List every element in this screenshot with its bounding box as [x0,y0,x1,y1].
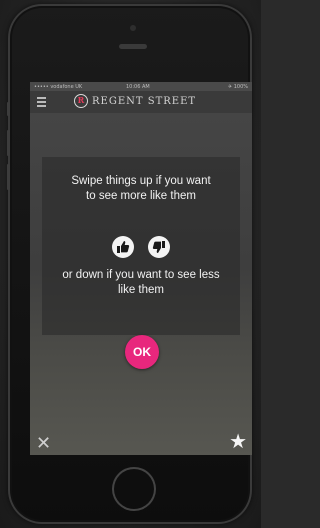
mute-switch [7,102,10,116]
home-button[interactable] [112,467,156,511]
thumbs-up-icon [112,236,134,258]
status-bar: ••••• vodafone UK 10:06 AM ✈ 100% [30,82,252,91]
app-header: R REGENT STREET [30,91,252,113]
volume-up-button [7,130,10,156]
volume-down-button [7,164,10,190]
bottom-toolbar: ✕ ★ [30,431,252,455]
brand-name: REGENT STREET [92,96,197,107]
clock: 10:06 AM [126,84,150,90]
photo-background: ••••• vodafone UK 10:06 AM ✈ 100% R REGE… [0,0,261,528]
thumbs-down-icon [148,236,170,258]
swipe-down-instruction: or down if you want to see less like the… [62,269,220,296]
carrier-label: ••••• vodafone UK [34,84,83,90]
swipe-up-instruction: Swipe things up if you want to see more … [71,175,211,202]
battery-indicator: ✈ 100% [227,84,248,90]
star-icon[interactable]: ★ [229,431,247,453]
brand-logo-icon: R [74,94,88,108]
ok-button[interactable]: OK [125,335,159,369]
hamburger-icon[interactable] [37,97,46,107]
front-camera [130,25,136,31]
earpiece-speaker [119,44,147,49]
app-screen: ••••• vodafone UK 10:06 AM ✈ 100% R REGE… [30,82,252,455]
close-icon[interactable]: ✕ [36,433,51,453]
